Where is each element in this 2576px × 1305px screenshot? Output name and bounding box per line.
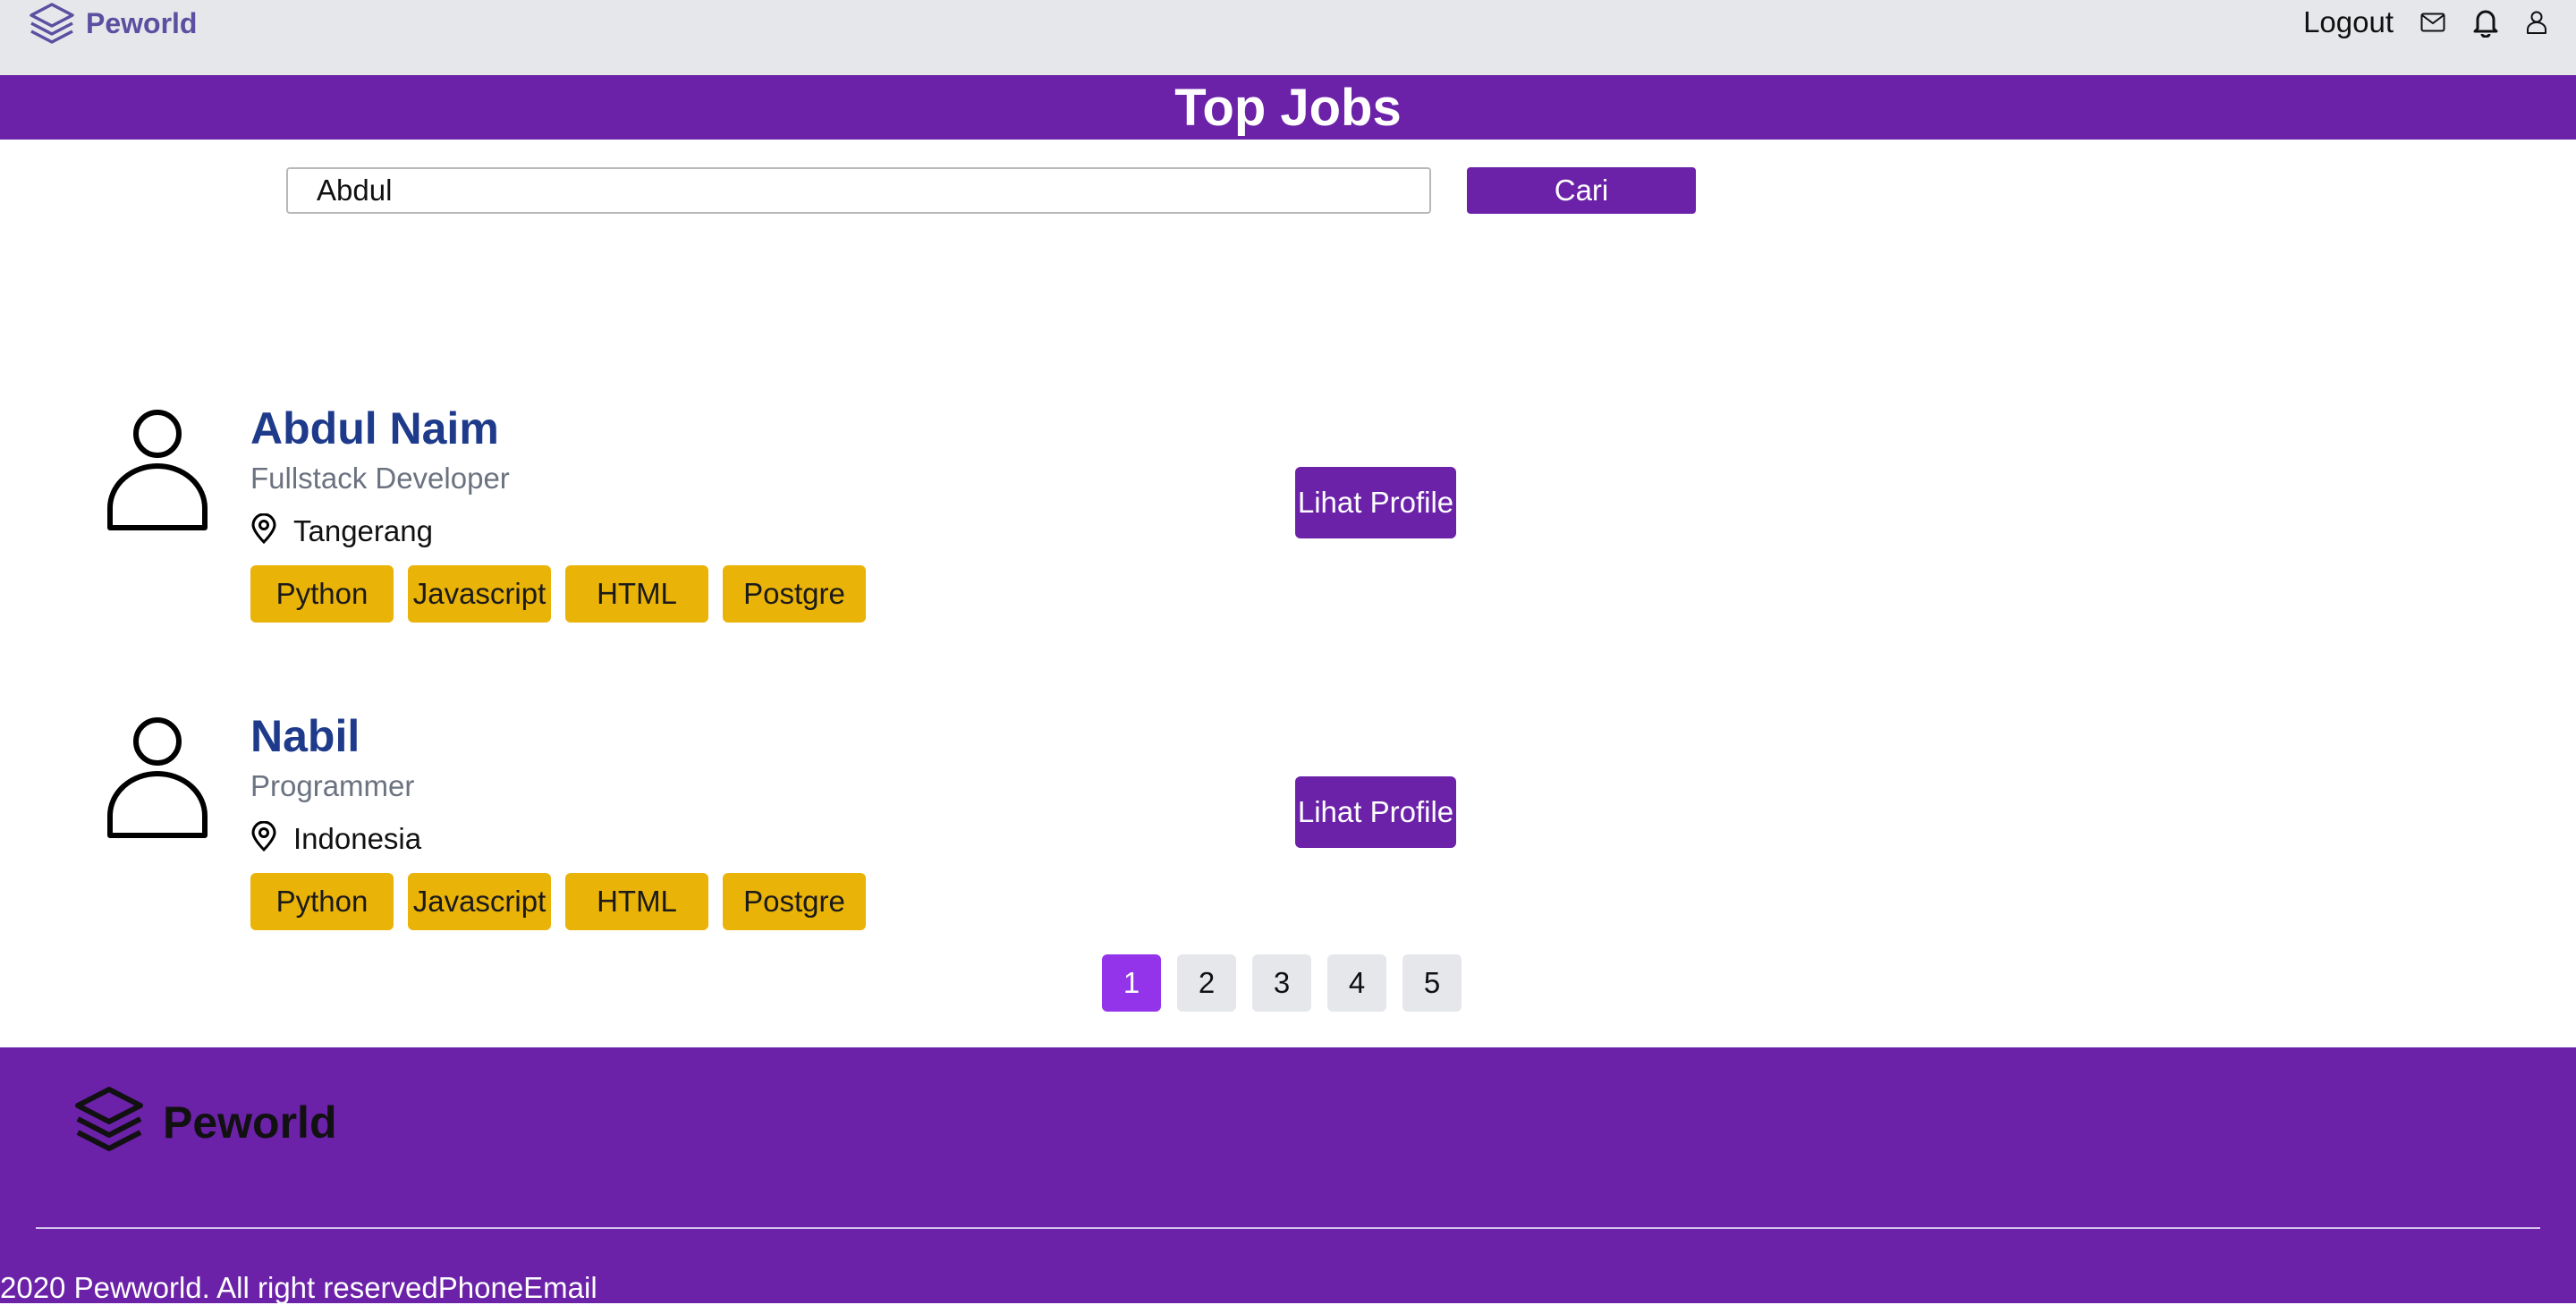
map-pin-icon xyxy=(250,513,277,548)
footer: Peworld 2020 Pewworld. All right reserve… xyxy=(0,1047,2576,1304)
map-pin-icon xyxy=(250,820,277,856)
avatar-icon xyxy=(106,403,209,536)
location-text: Indonesia xyxy=(293,821,422,855)
page-button-5[interactable]: 5 xyxy=(1402,954,1462,1012)
page-button-3[interactable]: 3 xyxy=(1252,954,1311,1012)
avatar-icon xyxy=(106,710,209,843)
skill-badge: Python xyxy=(250,873,394,930)
page-button-2[interactable]: 2 xyxy=(1177,954,1236,1012)
search-button[interactable]: Cari xyxy=(1467,167,1696,214)
skill-badge: Postgre xyxy=(723,565,866,623)
nav-actions: Logout xyxy=(2303,0,2547,45)
footer-brand-name: Peworld xyxy=(163,1097,337,1148)
footer-copyright: 2020 Pewworld. All right reservedPhoneEm… xyxy=(0,1271,597,1304)
skill-badge: Javascript xyxy=(408,565,551,623)
footer-divider xyxy=(36,1227,2540,1229)
candidate-card: Nabil Programmer Indonesia Python Javasc… xyxy=(0,710,1521,979)
bell-icon[interactable] xyxy=(2472,7,2499,38)
brand[interactable]: Peworld xyxy=(29,0,197,47)
search-input[interactable] xyxy=(286,167,1431,214)
layers-logo-icon xyxy=(29,2,75,45)
skill-list: Python Javascript HTML Postgre xyxy=(250,873,866,930)
candidate-name[interactable]: Abdul Naim xyxy=(250,403,499,454)
candidate-name[interactable]: Nabil xyxy=(250,710,360,762)
candidate-location: Tangerang xyxy=(250,513,433,548)
candidate-role: Fullstack Developer xyxy=(250,462,510,495)
mail-icon[interactable] xyxy=(2420,13,2445,32)
pagination: 1 2 3 4 5 xyxy=(1102,954,1462,1012)
view-profile-button[interactable]: Lihat Profile xyxy=(1295,467,1456,538)
skill-badge: HTML xyxy=(565,565,708,623)
candidate-location: Indonesia xyxy=(250,820,422,856)
candidate-card: Abdul Naim Fullstack Developer Tangerang… xyxy=(0,403,1521,671)
view-profile-button[interactable]: Lihat Profile xyxy=(1295,776,1456,848)
candidate-role: Programmer xyxy=(250,769,415,802)
location-text: Tangerang xyxy=(293,513,433,547)
user-icon[interactable] xyxy=(2526,10,2547,35)
skill-list: Python Javascript HTML Postgre xyxy=(250,565,866,623)
page-button-4[interactable]: 4 xyxy=(1327,954,1386,1012)
footer-brand[interactable]: Peworld xyxy=(73,1085,336,1159)
page-button-1[interactable]: 1 xyxy=(1102,954,1161,1012)
page-title: Top Jobs xyxy=(1174,78,1402,137)
skill-badge: Javascript xyxy=(408,873,551,930)
skill-badge: Postgre xyxy=(723,873,866,930)
title-bar: Top Jobs xyxy=(0,75,2576,140)
brand-name: Peworld xyxy=(86,6,198,39)
navbar: Peworld Logout xyxy=(0,0,2576,75)
logout-link[interactable]: Logout xyxy=(2303,5,2394,39)
skill-badge: Python xyxy=(250,565,394,623)
skill-badge: HTML xyxy=(565,873,708,930)
layers-logo-icon xyxy=(73,1085,145,1159)
